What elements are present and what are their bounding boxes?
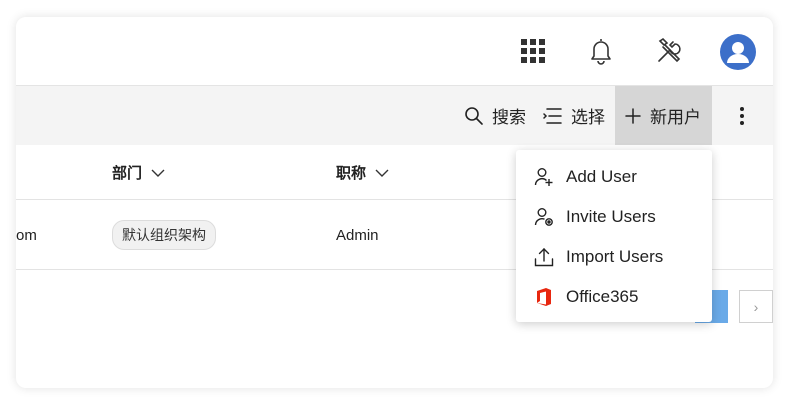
more-options-button[interactable] bbox=[732, 86, 752, 145]
chevron-right-icon: › bbox=[753, 298, 759, 315]
top-header bbox=[16, 17, 773, 86]
plus-icon bbox=[625, 107, 641, 124]
chevron-down-icon bbox=[151, 169, 165, 177]
user-avatar[interactable] bbox=[720, 34, 756, 70]
column-header-label: 职称 bbox=[336, 165, 367, 182]
office365-icon bbox=[534, 287, 554, 307]
menu-item-label: Office365 bbox=[566, 287, 639, 306]
column-header-job-title[interactable]: 职称 bbox=[336, 145, 389, 200]
search-icon bbox=[465, 106, 483, 125]
department-cell: 默认组织架构 bbox=[112, 200, 216, 270]
email-cell: om bbox=[16, 226, 37, 244]
search-button[interactable]: 搜索 bbox=[464, 86, 526, 145]
select-list-icon bbox=[543, 107, 562, 124]
menu-item-office365[interactable]: Office365 bbox=[516, 277, 712, 317]
new-user-button[interactable]: 新用户 bbox=[615, 86, 712, 145]
invite-users-icon bbox=[534, 207, 554, 227]
pagination-next-button[interactable]: › bbox=[739, 290, 773, 323]
user-icon bbox=[727, 42, 749, 63]
menu-item-label: Import Users bbox=[566, 247, 664, 266]
menu-item-import-users[interactable]: Import Users bbox=[516, 237, 712, 277]
column-header-label: 部门 bbox=[112, 165, 143, 182]
select-button[interactable]: 选择 bbox=[543, 86, 605, 145]
menu-item-invite-users[interactable]: Invite Users bbox=[516, 197, 712, 237]
menu-item-add-user[interactable]: Add User bbox=[516, 157, 712, 197]
job-title-cell: Admin bbox=[336, 226, 379, 244]
toolbar: 搜索 选择 新用户 bbox=[16, 86, 773, 145]
more-vertical-icon bbox=[740, 106, 744, 125]
tools-icon[interactable] bbox=[652, 34, 686, 68]
column-header-department[interactable]: 部门 bbox=[112, 145, 165, 200]
new-user-dropdown-menu: Add User Invite Users Import Users Offic… bbox=[516, 150, 712, 322]
upload-icon bbox=[534, 247, 554, 267]
bell-icon[interactable] bbox=[584, 34, 618, 68]
apps-grid-icon[interactable] bbox=[516, 34, 550, 68]
menu-item-label: Invite Users bbox=[566, 207, 656, 226]
chevron-down-icon bbox=[375, 169, 389, 177]
new-user-label: 新用户 bbox=[650, 108, 701, 127]
add-user-icon bbox=[534, 167, 554, 187]
menu-item-label: Add User bbox=[566, 167, 637, 186]
select-label: 选择 bbox=[571, 108, 605, 127]
department-tag: 默认组织架构 bbox=[112, 220, 216, 250]
search-label: 搜索 bbox=[492, 108, 526, 127]
